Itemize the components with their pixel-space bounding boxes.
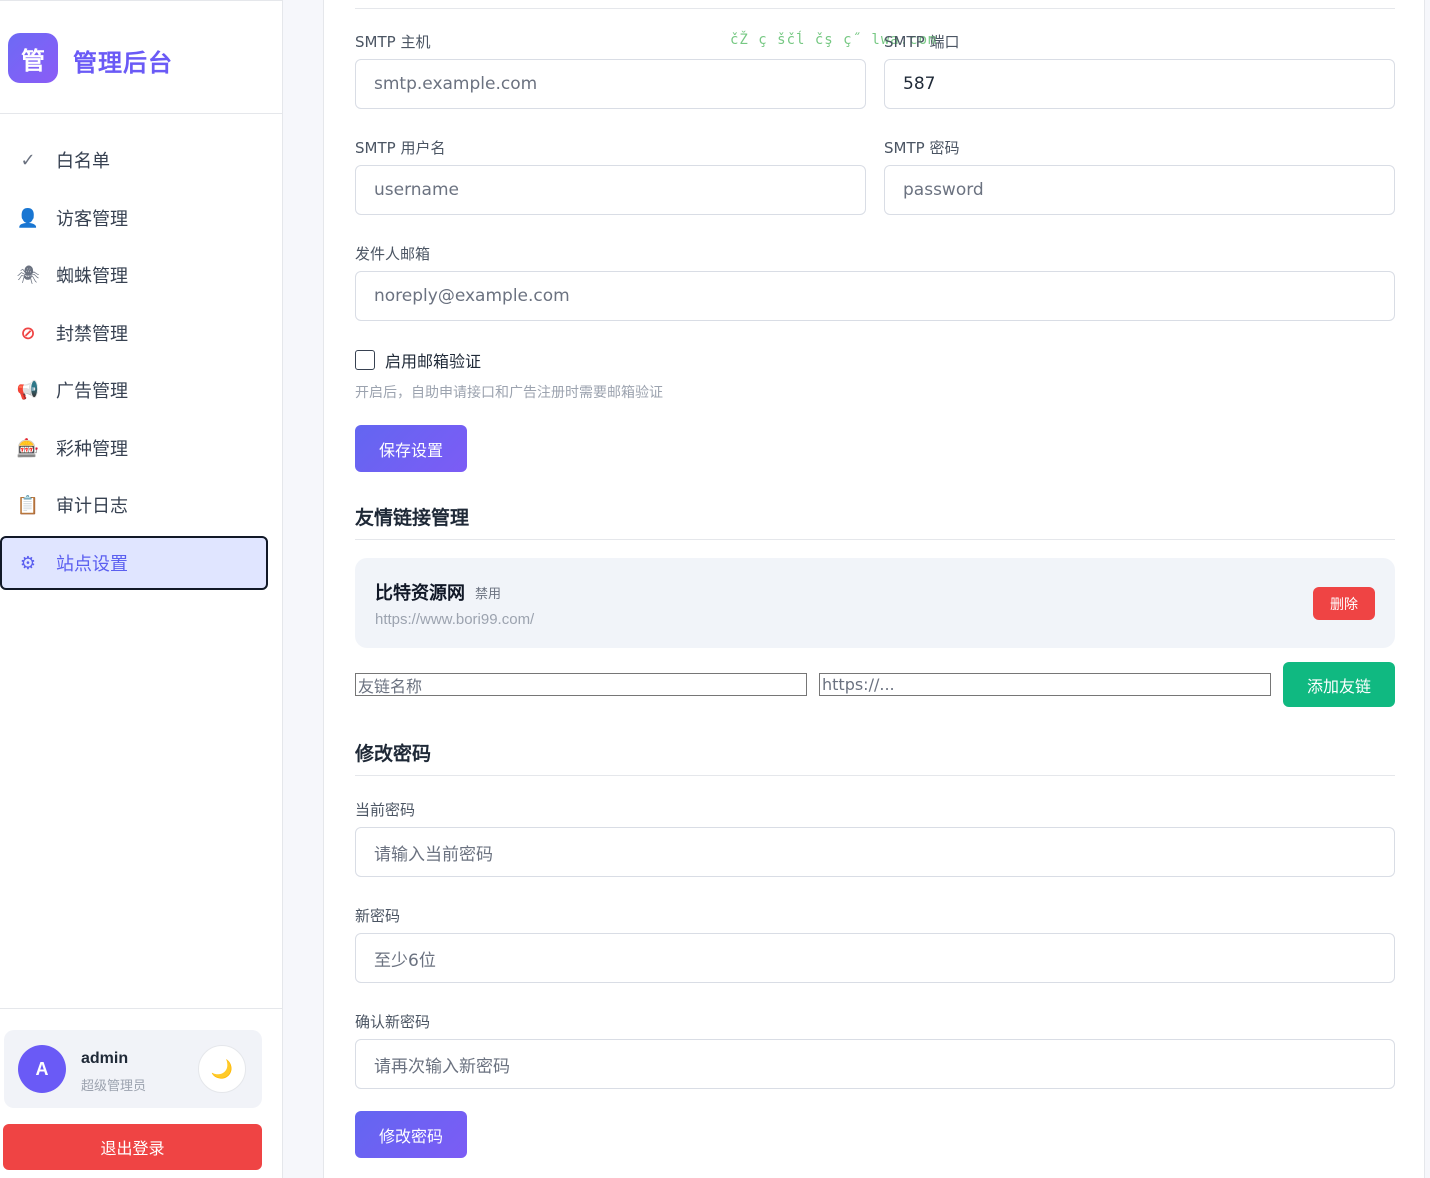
delete-link-button[interactable]: 删除: [1313, 587, 1375, 620]
logout-button[interactable]: 退出登录: [3, 1124, 262, 1170]
sender-email-input[interactable]: noreply@example.com: [355, 271, 1395, 321]
divider: [355, 539, 1395, 540]
sidebar-footer: A admin 超级管理员 🌙 退出登录: [0, 1008, 282, 1178]
new-password-label: 新密码: [355, 907, 401, 925]
confirm-password-label: 确认新密码: [355, 1013, 431, 1031]
confirm-password-input[interactable]: 请再次输入新密码: [355, 1039, 1395, 1089]
friend-link-name: 比特资源网: [375, 583, 465, 604]
sidebar-item-label: 彩种管理: [56, 439, 128, 460]
divider: [355, 775, 1395, 776]
smtp-password-input[interactable]: password: [884, 165, 1395, 215]
smtp-host-input[interactable]: smtp.example.com: [355, 59, 866, 109]
friend-link-url: https://www.bori99.com/: [375, 611, 535, 628]
friend-link-url-input[interactable]: https://...: [819, 673, 1271, 696]
clipboard-icon: 📋: [16, 494, 40, 516]
sidebar-item-audit-log[interactable]: 📋 审计日志: [0, 478, 268, 532]
smtp-username-input[interactable]: username: [355, 165, 866, 215]
divider: [355, 8, 1395, 9]
brand-logo: 管: [8, 33, 58, 83]
settings-panel: čŽ ç ščĺ čş ç˝ lwa.com SMTP 主机 SMTP 端口 s…: [323, 0, 1425, 1178]
email-verify-checkbox[interactable]: [355, 350, 375, 370]
sidebar: 管 管理后台 ✓ 白名单 👤 访客管理 🕷 蜘蛛管理 ⊘ 封禁管理 📢 广告管理…: [0, 0, 283, 1178]
sidebar-item-label: 站点设置: [56, 554, 128, 575]
smtp-host-label: SMTP 主机: [355, 33, 431, 51]
sidebar-item-label: 访客管理: [56, 209, 128, 230]
gear-icon: ⚙: [19, 552, 37, 574]
theme-toggle-button[interactable]: 🌙: [198, 1045, 246, 1093]
sidebar-item-bans[interactable]: ⊘ 封禁管理: [0, 306, 268, 360]
change-password-title: 修改密码: [355, 743, 432, 765]
current-password-label: 当前密码: [355, 801, 416, 819]
sidebar-item-spiders[interactable]: 🕷 蜘蛛管理: [0, 248, 268, 302]
email-verify-hint: 开启后，自助申请接口和广告注册时需要邮箱验证: [355, 385, 663, 401]
sidebar-item-whitelist[interactable]: ✓ 白名单: [0, 133, 268, 187]
sidebar-item-ads[interactable]: 📢 广告管理: [0, 363, 268, 417]
sidebar-item-label: 封禁管理: [56, 324, 128, 345]
check-icon: ✓: [20, 149, 36, 171]
sidebar-item-label: 广告管理: [56, 381, 128, 402]
user-icon: 👤: [16, 207, 40, 229]
page-edge: [1425, 0, 1430, 1178]
user-card: A admin 超级管理员 🌙: [4, 1030, 262, 1108]
email-verify-label: 启用邮箱验证: [385, 352, 482, 371]
sender-email-label: 发件人邮箱: [355, 245, 431, 263]
ban-icon: ⊘: [20, 322, 36, 344]
friend-link-status: 禁用: [475, 587, 502, 602]
current-password-input[interactable]: 请输入当前密码: [355, 827, 1395, 877]
smtp-port-input[interactable]: 587: [884, 59, 1395, 109]
smtp-username-label: SMTP 用户名: [355, 139, 446, 157]
save-settings-button[interactable]: 保存设置: [355, 425, 467, 472]
friend-link-card: 比特资源网 禁用 https://www.bori99.com/ 删除: [355, 558, 1395, 648]
slot-machine-icon: 🎰: [16, 437, 40, 459]
new-password-input[interactable]: 至少6位: [355, 933, 1395, 983]
smtp-password-label: SMTP 密码: [884, 139, 960, 157]
smtp-port-label: SMTP 端口: [884, 33, 960, 51]
sidebar-item-lottery[interactable]: 🎰 彩种管理: [0, 421, 268, 475]
brand-title: 管理后台: [73, 49, 173, 77]
friend-link-name-input[interactable]: 友链名称: [355, 673, 807, 696]
brand-header: 管 管理后台: [0, 1, 282, 114]
sidebar-item-label: 审计日志: [56, 496, 128, 517]
user-name: admin: [81, 1050, 129, 1067]
sidebar-item-label: 白名单: [56, 151, 110, 172]
email-verify-row: 启用邮箱验证: [355, 348, 481, 372]
sidebar-item-site-settings[interactable]: ⚙ 站点设置: [0, 536, 268, 590]
avatar: A: [18, 1045, 66, 1093]
megaphone-icon: 📢: [16, 379, 40, 401]
user-role: 超级管理员: [81, 1079, 147, 1094]
sidebar-item-label: 蜘蛛管理: [56, 266, 128, 287]
change-password-button[interactable]: 修改密码: [355, 1111, 467, 1158]
sidebar-item-visitors[interactable]: 👤 访客管理: [0, 191, 268, 245]
add-link-button[interactable]: 添加友链: [1283, 662, 1395, 707]
moon-icon: 🌙: [210, 1058, 234, 1080]
friend-links-title: 友情链接管理: [355, 507, 470, 529]
spider-icon: 🕷: [16, 264, 40, 286]
